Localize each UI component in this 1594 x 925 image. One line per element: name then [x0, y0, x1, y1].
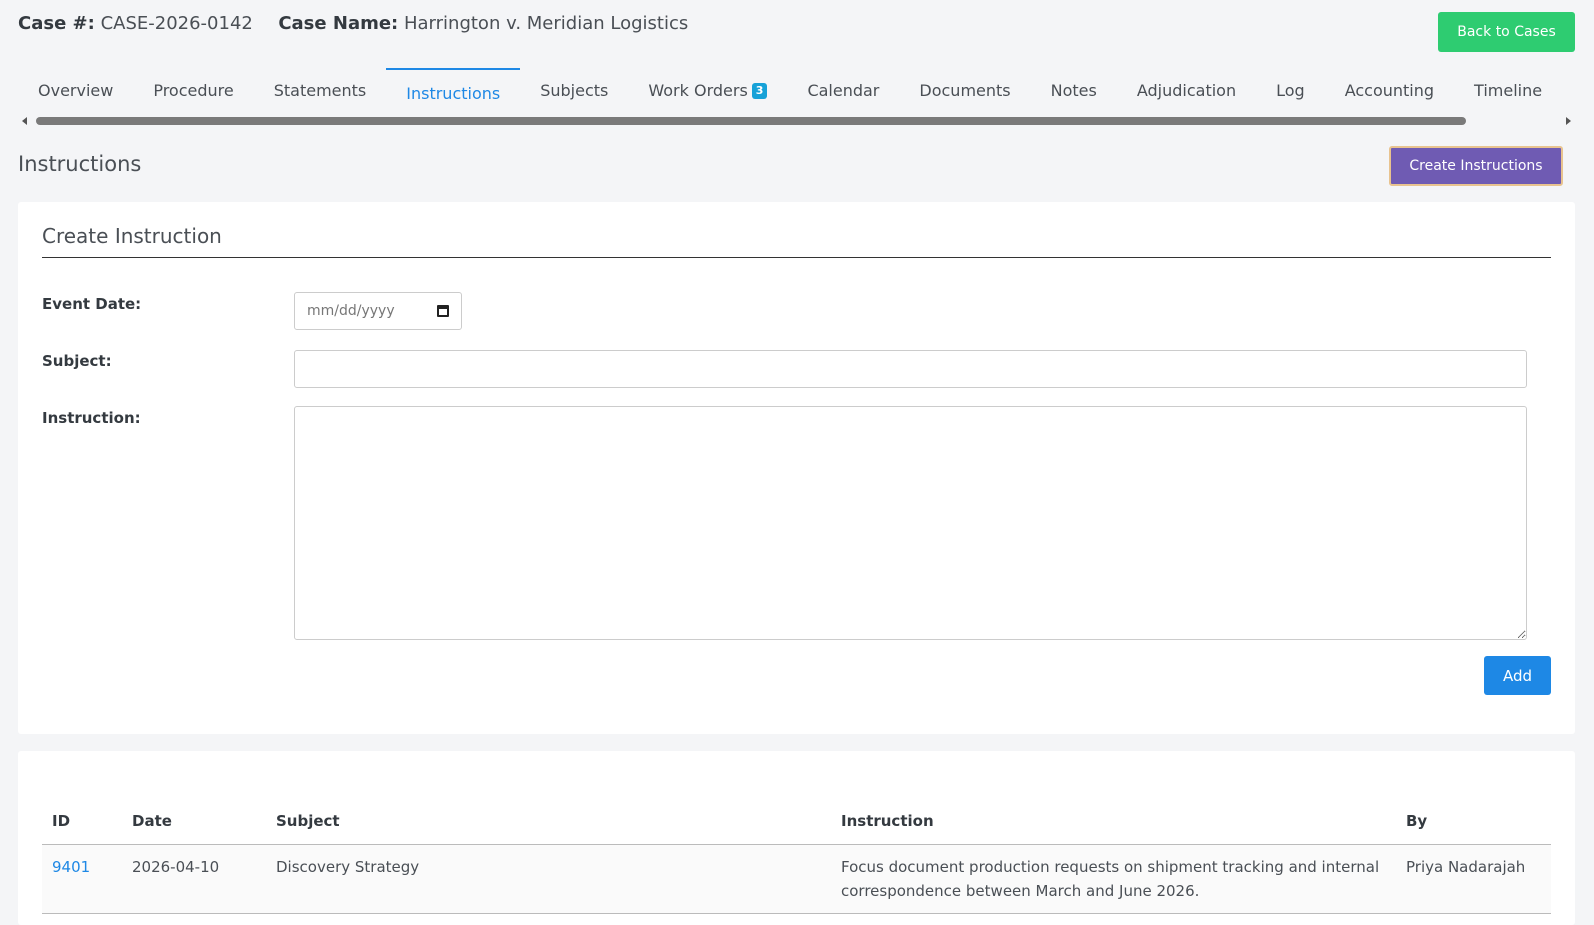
- cell-by: Priya Nadarajah: [1396, 844, 1551, 914]
- tab-subjects[interactable]: Subjects: [520, 68, 628, 114]
- instruction-textarea[interactable]: [294, 406, 1527, 640]
- add-button[interactable]: Add: [1484, 656, 1551, 695]
- scrollbar-thumb[interactable]: [36, 117, 1466, 125]
- tab-statements[interactable]: Statements: [254, 68, 387, 114]
- tab-calendar[interactable]: Calendar: [787, 68, 899, 114]
- table-row: 9401 2026-04-10 Discovery Strategy Focus…: [42, 844, 1551, 914]
- tab-label: Procedure: [153, 81, 234, 100]
- form-title: Create Instruction: [42, 224, 222, 248]
- tab-label: Statements: [273, 81, 367, 100]
- case-name-label: Case Name:: [278, 13, 399, 34]
- form-divider: [42, 257, 1551, 258]
- cell-instruction: Focus document production requests on sh…: [831, 844, 1396, 914]
- subject-label: Subject:: [42, 352, 112, 370]
- tab-label: Documents: [919, 81, 1011, 100]
- tab-scrollbar[interactable]: [18, 114, 1575, 128]
- column-header-subject: Subject: [266, 798, 831, 845]
- table-header-row: ID Date Subject Instruction By: [42, 798, 1551, 845]
- instruction-id-link[interactable]: 9401: [52, 858, 90, 876]
- tab-documents[interactable]: Documents: [899, 68, 1030, 114]
- column-header-by: By: [1396, 798, 1551, 845]
- case-number: CASE-2026-0142: [100, 13, 253, 34]
- back-to-cases-button[interactable]: Back to Cases: [1438, 12, 1575, 52]
- subject-input[interactable]: [294, 350, 1527, 388]
- tab-notes[interactable]: Notes: [1031, 68, 1117, 114]
- cell-id: 9401: [42, 844, 122, 914]
- tab-accounting[interactable]: Accounting: [1325, 68, 1454, 114]
- case-header: Case #: CASE-2026-0142 Case Name: Harrin…: [18, 13, 688, 34]
- instruction-label: Instruction:: [42, 409, 141, 427]
- page-title: Instructions: [18, 152, 142, 176]
- tab-work-orders[interactable]: Work Orders 3: [628, 68, 787, 114]
- create-instruction-form: Create Instruction Event Date: mm/dd/yyy…: [18, 202, 1575, 734]
- tab-label: Notes: [1050, 81, 1097, 100]
- cell-subject: Discovery Strategy: [266, 844, 831, 914]
- work-orders-count-badge: 3: [751, 83, 768, 99]
- tab-instructions[interactable]: Instructions: [386, 68, 521, 114]
- event-date-label: Event Date:: [42, 295, 142, 313]
- event-date-input[interactable]: mm/dd/yyyy: [294, 292, 462, 330]
- tab-label: Accounting: [1344, 81, 1435, 100]
- calendar-icon[interactable]: [437, 305, 449, 317]
- column-header-date: Date: [122, 798, 266, 845]
- tab-label: Log: [1276, 81, 1305, 100]
- tab-label: Subjects: [540, 81, 609, 100]
- column-header-instruction: Instruction: [831, 798, 1396, 845]
- create-instructions-button[interactable]: Create Instructions: [1389, 146, 1563, 186]
- tab-procedure[interactable]: Procedure: [133, 68, 253, 114]
- tab-label: Calendar: [807, 81, 880, 100]
- case-number-label: Case #:: [18, 13, 95, 34]
- tab-adjudication[interactable]: Adjudication: [1117, 68, 1256, 114]
- scroll-left-icon[interactable]: [22, 117, 27, 125]
- column-header-id: ID: [42, 798, 122, 845]
- tab-overview[interactable]: Overview: [18, 68, 133, 114]
- tab-log[interactable]: Log: [1256, 68, 1325, 114]
- instructions-table: ID Date Subject Instruction By 9401 2026…: [42, 798, 1551, 914]
- tab-label: Overview: [38, 81, 114, 100]
- event-date-placeholder: mm/dd/yyyy: [307, 303, 395, 319]
- case-name: Harrington v. Meridian Logistics: [403, 13, 689, 34]
- tab-timeline[interactable]: Timeline: [1454, 68, 1562, 114]
- tab-label: Instructions: [406, 84, 501, 103]
- tab-label: Adjudication: [1136, 81, 1237, 100]
- tab-label: Work Orders: [648, 81, 748, 100]
- cell-date: 2026-04-10: [122, 844, 266, 914]
- tab-label: Timeline: [1474, 81, 1543, 100]
- instructions-table-card: ID Date Subject Instruction By 9401 2026…: [18, 751, 1575, 925]
- scroll-right-icon[interactable]: [1566, 117, 1571, 125]
